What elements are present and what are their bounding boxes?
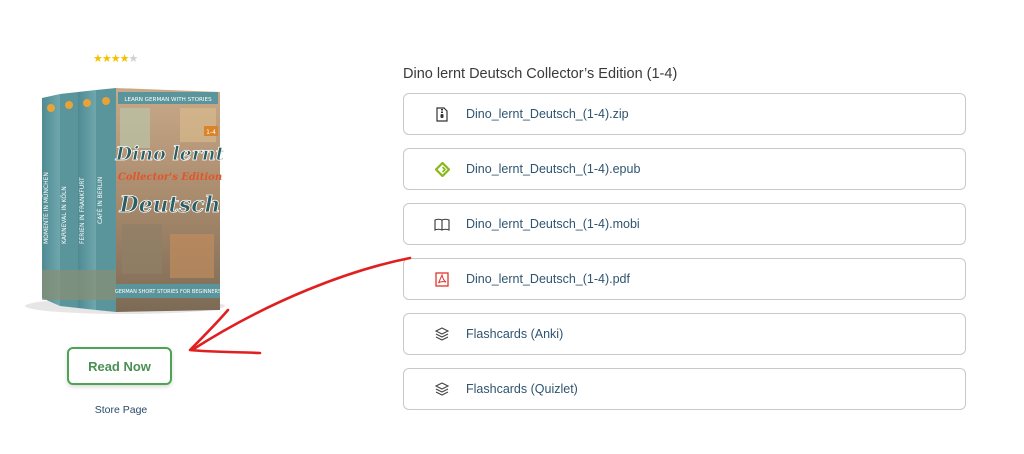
star-half-icon: ★: [128, 53, 139, 65]
downloads-title: Dino lernt Deutsch Collector’s Edition (…: [403, 66, 678, 82]
star-icon: ★: [101, 53, 112, 65]
download-flashcards-anki[interactable]: Flashcards (Anki): [403, 313, 966, 355]
cover-title-line2: Deutsch: [118, 192, 220, 218]
page: ★★★★★ MOMENTE IN MÜNCHEN KARNEVAL IN KÖL…: [0, 0, 1024, 454]
layers-icon: [434, 381, 450, 397]
read-now-button[interactable]: Read Now: [67, 347, 172, 385]
download-label: Flashcards (Quizlet): [466, 382, 578, 396]
download-label: Dino_lernt_Deutsch_(1-4).pdf: [466, 272, 630, 286]
download-label: Dino_lernt_Deutsch_(1-4).zip: [466, 107, 629, 121]
download-pdf[interactable]: Dino_lernt_Deutsch_(1-4).pdf: [403, 258, 966, 300]
cover-subtitle: GERMAN SHORT STORIES FOR BEGINNERS: [115, 289, 221, 295]
cover-banner: LEARN GERMAN WITH STORIES: [124, 97, 212, 103]
download-label: Dino_lernt_Deutsch_(1-4).mobi: [466, 217, 640, 231]
spine-text: MOMENTE IN MÜNCHEN: [43, 172, 50, 244]
download-label: Dino_lernt_Deutsch_(1-4).epub: [466, 162, 641, 176]
rating-stars: ★★★★★: [93, 53, 139, 65]
book-boxset-cover: MOMENTE IN MÜNCHEN KARNEVAL IN KÖLN FERI…: [25, 88, 225, 314]
cover-badge: 1-4: [206, 129, 216, 136]
book-open-icon: [434, 216, 450, 232]
cover-title-line1: Dino lernt: [115, 143, 225, 165]
spine-text: CAFÉ IN BERLIN: [96, 177, 104, 224]
star-icon: ★: [110, 53, 121, 65]
epub-icon: [434, 161, 450, 177]
store-page-link[interactable]: Store Page: [66, 404, 176, 416]
download-mobi[interactable]: Dino_lernt_Deutsch_(1-4).mobi: [403, 203, 966, 245]
download-flashcards-quizlet[interactable]: Flashcards (Quizlet): [403, 368, 966, 410]
cover-edition: Collector's Edition: [118, 172, 222, 183]
spine-text: FERIEN IN FRANKFURT: [79, 177, 86, 244]
zip-file-icon: [434, 106, 450, 122]
star-icon: ★: [93, 53, 103, 65]
download-zip[interactable]: Dino_lernt_Deutsch_(1-4).zip: [403, 93, 966, 135]
download-epub[interactable]: Dino_lernt_Deutsch_(1-4).epub: [403, 148, 966, 190]
downloads-list: Dino_lernt_Deutsch_(1-4).zip Dino_lernt_…: [403, 93, 966, 423]
spine-text: KARNEVAL IN KÖLN: [61, 186, 68, 244]
star-icon: ★: [119, 53, 130, 65]
download-label: Flashcards (Anki): [466, 327, 564, 341]
layers-icon: [434, 326, 450, 342]
pdf-icon: [434, 271, 450, 287]
